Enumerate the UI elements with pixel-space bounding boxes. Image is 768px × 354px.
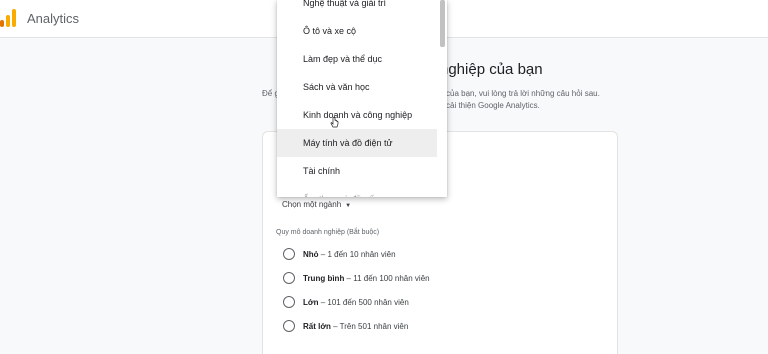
dropdown-scrollbar-thumb[interactable] [440, 0, 445, 47]
industry-dropdown-menu[interactable]: Nghệ thuật và giải trí Ô tô và xe cộ Làm… [277, 0, 447, 197]
size-option-detail: – 1 đến 10 nhân viên [318, 250, 396, 259]
hand-cursor-icon [330, 117, 339, 128]
intro-text-line-2: cải thiện Google Analytics. [446, 101, 540, 110]
size-option-name: Rất lớn [303, 322, 331, 331]
radio-button[interactable] [283, 272, 295, 284]
size-option-name: Nhỏ [303, 250, 319, 259]
size-option-name: Lớn [303, 298, 319, 307]
size-option-detail: – 11 đến 100 nhân viên [344, 274, 430, 283]
page-heading: nghiệp của bạn [440, 61, 543, 78]
dropdown-item[interactable]: Kinh doanh và công nghiệp [277, 101, 437, 129]
dropdown-item[interactable]: Ẩm thực và đồ uống [277, 185, 437, 197]
dropdown-item[interactable]: Làm đẹp và thể dục [277, 45, 437, 73]
intro-text-line-1: của bạn, vui lòng trả lời những câu hỏi … [446, 89, 600, 98]
industry-select[interactable]: Chọn một ngành ▼ [282, 200, 351, 209]
business-size-label: Quy mô doanh nghiệp (Bắt buộc) [276, 229, 380, 236]
dropdown-item-highlighted[interactable]: Máy tính và đồ điện tử [277, 129, 437, 157]
radio-button[interactable] [283, 296, 295, 308]
analytics-logo-icon[interactable] [0, 9, 16, 27]
dropdown-item[interactable]: Nghệ thuật và giải trí [277, 0, 437, 17]
dropdown-item[interactable]: Tài chính [277, 157, 437, 185]
app-title: Analytics [27, 11, 80, 26]
dropdown-item[interactable]: Sách và văn học [277, 73, 437, 101]
size-option-name: Trung bình [303, 274, 345, 283]
size-option-detail: – 101 đến 500 nhân viên [318, 298, 409, 307]
dropdown-item[interactable]: Ô tô và xe cộ [277, 17, 437, 45]
radio-button[interactable] [283, 320, 295, 332]
industry-select-value: Chọn một ngành [282, 200, 342, 209]
size-option-detail: – Trên 501 nhân viên [330, 322, 409, 331]
caret-down-icon: ▼ [345, 203, 352, 209]
radio-button[interactable] [283, 248, 295, 260]
